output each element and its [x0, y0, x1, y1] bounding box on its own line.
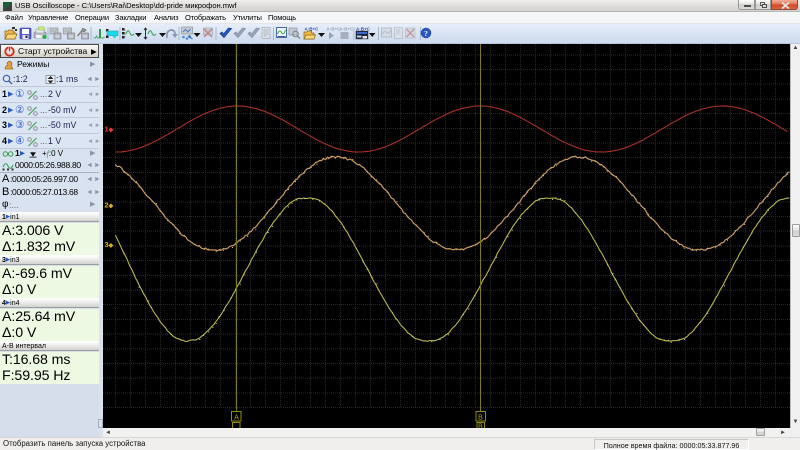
svg-text:B: B — [478, 415, 483, 422]
svg-text:A: A — [234, 415, 239, 422]
svg-text:?: ? — [424, 29, 428, 38]
svg-text:A·B+C: A·B+C — [340, 27, 355, 32]
